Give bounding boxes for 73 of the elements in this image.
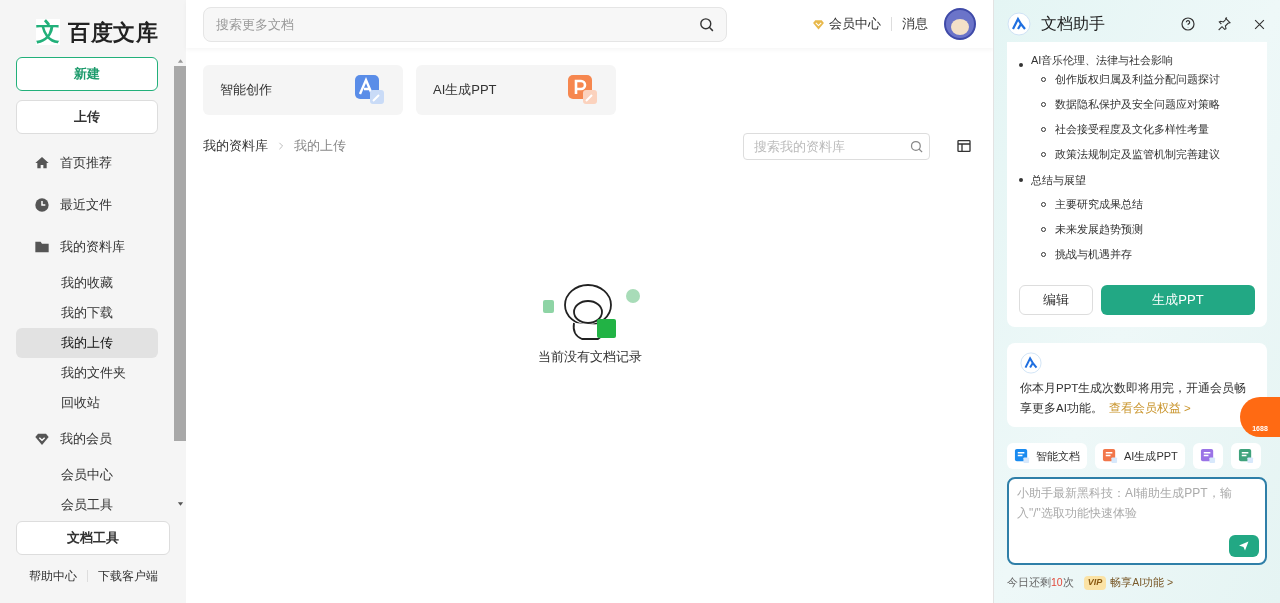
ppt-icon [1102, 448, 1118, 464]
outline-subitem: 创作版权归属及利益分配问题探讨 [1055, 72, 1220, 88]
bullet-icon [1019, 177, 1023, 182]
outline-item: 总结与展望 [1031, 172, 1086, 187]
outline-subitem: 社会接受程度及文化多样性考量 [1055, 122, 1209, 138]
assistant-logo-icon [1007, 12, 1031, 36]
diamond-icon [812, 17, 825, 31]
panel-title: 文档助手 [1041, 14, 1106, 34]
search-field[interactable]: 搜索更多文档 [203, 6, 727, 42]
write-tool-icon [354, 74, 386, 106]
footer-link[interactable]: 帮助中心 [28, 567, 77, 585]
new-button[interactable]: 新建 [16, 57, 158, 91]
doc-icon [1014, 448, 1030, 464]
outline-subitem: 未来发展趋势预测 [1055, 222, 1143, 238]
outline-subitem: 挑战与机遇并存 [1055, 247, 1132, 263]
note-icon [1199, 448, 1216, 464]
outline-subitem: 政策法规制定及监管机制完善建议 [1055, 147, 1220, 163]
vip-badge: VIP [1083, 576, 1107, 590]
nav-subitem[interactable]: 会员工具 [16, 490, 158, 520]
tools-button[interactable]: 文档工具 [16, 521, 170, 555]
outline-subitem: 数据隐私保护及安全问题应对策略 [1055, 97, 1220, 113]
vip-features-link[interactable]: 畅享AI功能 > [1110, 575, 1174, 591]
empty-state-message: 当前没有文档记录 [537, 348, 642, 366]
outline-item: AI音乐伦理、法律与社会影响 [1031, 53, 1174, 67]
messages-link[interactable]: 消息 [902, 14, 928, 34]
chevron-right-icon [277, 141, 285, 151]
nav-subitem[interactable]: 我的下载 [16, 298, 158, 328]
nav-subitem[interactable]: 回收站 [16, 388, 158, 418]
folder-icon [34, 239, 50, 255]
search-icon [698, 15, 715, 33]
nav-item[interactable]: 首页推荐 [16, 142, 158, 184]
nav-subitem[interactable]: 我的上传 [16, 328, 158, 358]
send-icon [1238, 540, 1250, 552]
bullet-icon [1019, 63, 1023, 67]
upload-button[interactable]: 上传 [16, 100, 158, 134]
outline-subitem: 主要研究成果总结 [1055, 197, 1143, 213]
breadcrumb-link[interactable]: 我的上传 [294, 136, 346, 156]
quick-tool-button[interactable] [1192, 443, 1223, 469]
nav-subitem[interactable]: 会员中心 [16, 460, 158, 490]
chat-input-field[interactable]: 小助手最新黑科技：AI辅助生成PPT，输入"/"选取功能快速体验 [1007, 477, 1267, 565]
mindmap-icon [1237, 448, 1254, 464]
send-button[interactable] [1229, 535, 1259, 557]
home-icon [34, 155, 50, 171]
help-icon[interactable] [1180, 16, 1196, 32]
nav-subitem[interactable]: 我的文件夹 [16, 358, 158, 388]
nav-item[interactable]: 我的会员 [16, 418, 158, 460]
scrollbar-thumb[interactable] [174, 66, 186, 441]
footer-link[interactable]: 下载客户端 [97, 567, 158, 585]
tool-card[interactable]: AI生成PPT [416, 65, 616, 115]
search-icon [909, 138, 924, 154]
tool-card[interactable]: 智能创作 [203, 65, 403, 115]
assistant-logo-icon [1020, 352, 1042, 374]
quick-tool-button[interactable] [1230, 443, 1261, 469]
quick-tool-button[interactable]: 智能文档 [1007, 443, 1087, 469]
diamond-icon [34, 431, 50, 447]
scroll-down-icon [176, 501, 184, 507]
clock-icon [34, 197, 50, 213]
vip-center-link[interactable]: 会员中心 [829, 14, 881, 34]
table-view-icon[interactable] [956, 138, 972, 154]
pin-icon[interactable] [1216, 16, 1232, 32]
ppt-tool-icon [567, 74, 599, 106]
logo-text: 百度文库 [68, 18, 159, 47]
avatar[interactable] [944, 8, 976, 40]
nav-subitem[interactable]: 我的收藏 [16, 268, 158, 298]
logo-mark: 文 [36, 19, 60, 45]
nav-item[interactable]: 最近文件 [16, 184, 158, 226]
nav-item[interactable]: 我的资料库 [16, 226, 158, 268]
quick-tool-button[interactable]: AI生成PPT [1095, 443, 1185, 469]
breadcrumb-link[interactable]: 我的资料库 [203, 136, 268, 156]
library-search-field[interactable]: 搜索我的资料库 [743, 132, 930, 160]
scroll-up-icon [176, 58, 184, 64]
edit-button[interactable]: 编辑 [1019, 285, 1093, 315]
quota-text: 今日还剩10次 [1007, 575, 1074, 590]
